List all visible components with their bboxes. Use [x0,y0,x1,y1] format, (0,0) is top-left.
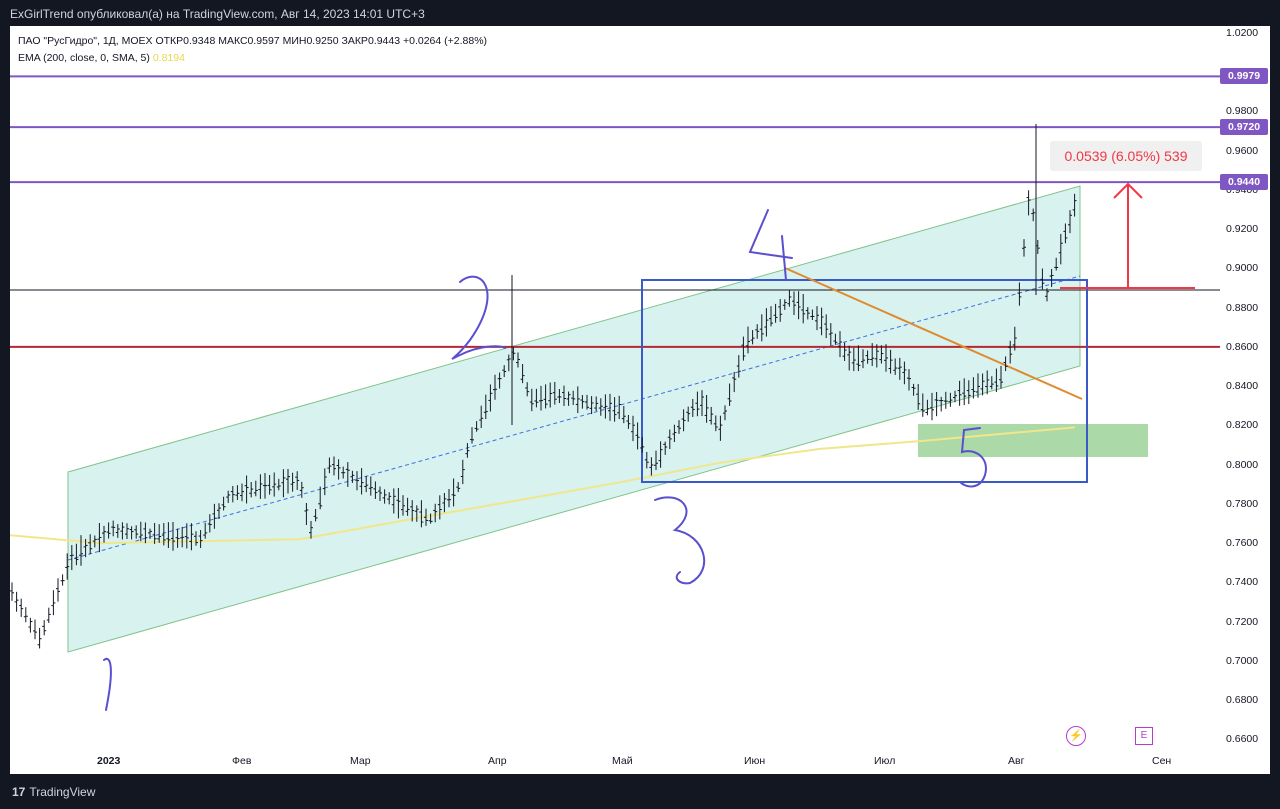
price-tag: 0.9440 [1220,174,1268,191]
tradingview-logo-icon: 17 [12,785,26,799]
x-tick-label: Июл [874,755,896,767]
y-tick-label: 0.7800 [1226,497,1259,510]
ema-legend-value: 0.8194 [152,52,185,64]
y-tick-label: 0.9000 [1226,262,1259,275]
y-tick-label: 0.8600 [1226,340,1259,353]
handwritten-3 [654,496,706,585]
x-tick-label: Апр [488,755,507,767]
tradingview-logo[interactable]: 17 TradingView [12,785,95,799]
y-tick-label: 0.7200 [1226,615,1259,628]
x-tick-label: Сен [1152,755,1172,767]
regression-channel [67,185,1081,653]
x-tick-label: Май [612,755,633,767]
channel-midline [67,275,1081,561]
handwritten-1 [103,657,112,711]
x-tick-label: Мар [350,755,371,767]
y-tick-label: 0.8000 [1226,458,1259,471]
x-tick-label: Фев [232,755,252,767]
earnings-icon[interactable]: E [1135,727,1153,745]
y-tick-label: 1.0200 [1226,27,1259,39]
lightning-icon[interactable]: ⚡ [1066,726,1086,746]
y-tick-label: 0.9600 [1226,144,1259,157]
support-zone [918,424,1148,457]
footer-bar: 17 TradingView [0,774,1280,809]
publish-header: ExGirlTrend опубликовал(а) на TradingVie… [0,0,1280,26]
tradingview-brand: TradingView [29,785,96,799]
y-tick-label: 0.6800 [1226,694,1259,707]
price-tag: 0.9720 [1220,119,1268,136]
y-tick-label: 0.7000 [1226,654,1259,667]
y-tick-label: 0.8800 [1226,301,1259,314]
ema-legend: EMA (200, close, 0, SMA, 5) 0.8194 [18,52,185,64]
handwritten-4 [748,209,793,281]
ema-legend-label: EMA (200, close, 0, SMA, 5) [18,52,150,64]
right-edge [1270,26,1280,774]
measure-label[interactable]: 0.0539 (6.05%) 539 [1050,141,1202,171]
x-tick-label: 2023 [97,755,121,767]
chart-pane[interactable] [10,26,1220,774]
publish-text: ExGirlTrend опубликовал(а) на TradingVie… [10,7,425,21]
y-tick-label: 0.8200 [1226,419,1259,432]
y-tick-label: 0.8400 [1226,380,1259,393]
y-tick-label: 0.6600 [1226,733,1259,746]
y-tick-label: 0.9800 [1226,105,1259,118]
y-tick-label: 0.7600 [1226,537,1259,550]
x-tick-label: Авг [1008,755,1025,767]
symbol-legend: ПАО "РусГидро", 1Д, MOEX ОТКР0.9348 МАКС… [18,35,488,47]
x-tick-label: Июн [744,755,766,767]
price-chart-svg[interactable] [10,26,1220,774]
price-tag: 0.9979 [1220,68,1268,85]
y-tick-label: 0.7400 [1226,576,1259,589]
y-tick-label: 0.9200 [1226,223,1259,236]
